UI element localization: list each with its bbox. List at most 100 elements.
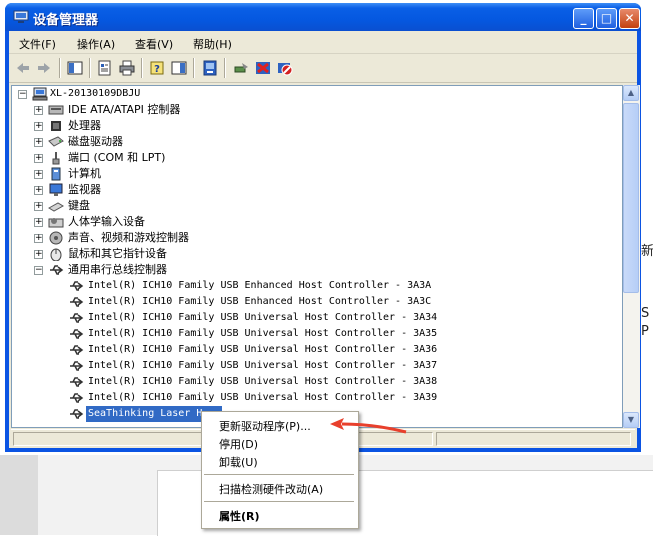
root-collapse-toggle[interactable]: −: [18, 90, 27, 99]
menu-bar: 文件(F) 操作(A) 查看(V) 帮助(H): [9, 31, 637, 54]
window-title: 设备管理器: [33, 13, 99, 28]
title-bar[interactable]: 设备管理器 _ □ ✕: [5, 3, 641, 31]
tree-device-usb-controller[interactable]: Intel(R) ICH10 Family USB Universal Host…: [88, 390, 437, 406]
help-icon[interactable]: ?: [149, 60, 165, 76]
expand-toggle[interactable]: +: [34, 170, 43, 179]
tree-category-sound[interactable]: 声音、视频和游戏控制器: [68, 230, 189, 246]
uninstall-icon[interactable]: [255, 60, 271, 76]
menu-disable[interactable]: 停用(D): [219, 436, 258, 452]
minimize-button[interactable]: _: [573, 8, 594, 29]
keyboard-icon: [48, 202, 64, 212]
svg-text:?: ?: [154, 64, 160, 75]
scrollbar-thumb[interactable]: [623, 103, 639, 293]
tree-category-hid[interactable]: 人体学输入设备: [68, 214, 145, 230]
usb-icon: [50, 265, 64, 275]
annotation-arrow-icon: [330, 418, 407, 434]
back-arrow-icon[interactable]: [15, 60, 31, 76]
scan-hardware-icon[interactable]: [233, 60, 249, 76]
scroll-up-arrow-icon[interactable]: ▲: [623, 85, 639, 101]
background-sidebar: [0, 455, 38, 535]
hid-icon: [48, 218, 64, 228]
tree-category-keyboards[interactable]: 键盘: [68, 198, 90, 214]
status-pane: [436, 432, 631, 446]
disable-icon[interactable]: [277, 60, 293, 76]
usb-icon: [70, 313, 84, 323]
monitor-icon: [49, 183, 63, 196]
toolbar-separator: [193, 58, 195, 78]
disk-drive-icon: [48, 136, 64, 147]
tree-device-usb-controller[interactable]: Intel(R) ICH10 Family USB Universal Host…: [88, 358, 437, 374]
tree-root-computer[interactable]: XL-20130109DBJU: [50, 86, 140, 102]
expand-toggle[interactable]: +: [34, 186, 43, 195]
tree-device-usb-controller[interactable]: Intel(R) ICH10 Family USB Enhanced Host …: [88, 278, 431, 294]
menu-separator: [204, 501, 354, 502]
expand-toggle[interactable]: +: [34, 138, 43, 147]
tree-device-usb-controller[interactable]: Intel(R) ICH10 Family USB Enhanced Host …: [88, 294, 431, 310]
menu-scan-hardware[interactable]: 扫描检测硬件改动(A): [219, 481, 323, 497]
window-client-area: 文件(F) 操作(A) 查看(V) 帮助(H) ? − XL-20130109D…: [9, 31, 640, 448]
expand-toggle[interactable]: +: [34, 250, 43, 259]
expand-toggle[interactable]: +: [34, 154, 43, 163]
tree-category-usb[interactable]: 通用串行总线控制器: [68, 262, 167, 278]
computer-icon: [51, 167, 61, 181]
toolbar-separator: [59, 58, 61, 78]
usb-icon: [70, 393, 84, 403]
print-icon[interactable]: [119, 60, 135, 76]
scroll-down-arrow-icon[interactable]: ▼: [623, 412, 639, 428]
close-button[interactable]: ✕: [619, 8, 640, 29]
device-tree[interactable]: − XL-20130109DBJU + IDE ATA/ATAPI 控制器 + …: [11, 85, 623, 428]
port-icon: [52, 152, 60, 165]
usb-icon: [70, 281, 84, 291]
menu-help[interactable]: 帮助(H): [193, 36, 232, 52]
forward-arrow-icon[interactable]: [36, 60, 52, 76]
tree-device-usb-controller[interactable]: Intel(R) ICH10 Family USB Universal Host…: [88, 374, 437, 390]
background-text-fragment: 新: [641, 244, 653, 259]
ide-controller-icon: [48, 105, 64, 115]
expand-toggle[interactable]: +: [34, 218, 43, 227]
tree-category-ports[interactable]: 端口 (COM 和 LPT): [68, 150, 165, 166]
usb-icon: [70, 409, 84, 419]
toolbar-separator: [89, 58, 91, 78]
update-driver-icon[interactable]: [202, 60, 218, 76]
show-hide-tree-icon[interactable]: [67, 60, 83, 76]
expand-toggle[interactable]: +: [34, 106, 43, 115]
tree-device-usb-controller[interactable]: Intel(R) ICH10 Family USB Universal Host…: [88, 326, 437, 342]
background-text-fragment: P: [641, 324, 649, 339]
toolbar-separator: [224, 58, 226, 78]
menu-properties[interactable]: 属性(R): [219, 508, 260, 524]
vertical-scrollbar[interactable]: ▲ ▼: [623, 85, 640, 428]
tree-category-processor[interactable]: 处理器: [68, 118, 101, 134]
sound-icon: [49, 231, 63, 245]
computer-icon: [13, 10, 29, 23]
tree-category-computer[interactable]: 计算机: [68, 166, 101, 182]
background-text-fragment: S: [641, 306, 650, 321]
tree-device-usb-controller[interactable]: Intel(R) ICH10 Family USB Universal Host…: [88, 310, 437, 326]
usb-icon: [70, 345, 84, 355]
tree-category-ide[interactable]: IDE ATA/ATAPI 控制器: [68, 102, 180, 118]
maximize-button[interactable]: □: [596, 8, 617, 29]
expand-toggle[interactable]: +: [34, 122, 43, 131]
menu-action[interactable]: 操作(A): [77, 36, 115, 52]
menu-update-driver[interactable]: 更新驱动程序(P)...: [219, 418, 311, 434]
show-hide-action-pane-icon[interactable]: [171, 60, 187, 76]
usb-icon: [70, 329, 84, 339]
tree-device-usb-controller[interactable]: Intel(R) ICH10 Family USB Universal Host…: [88, 342, 437, 358]
expand-toggle[interactable]: +: [34, 202, 43, 211]
computer-icon: [32, 87, 48, 101]
collapse-toggle[interactable]: −: [34, 266, 43, 275]
usb-icon: [70, 297, 84, 307]
tree-category-monitors[interactable]: 监视器: [68, 182, 101, 198]
menu-uninstall[interactable]: 卸载(U): [219, 454, 258, 470]
menu-view[interactable]: 查看(V): [135, 36, 173, 52]
device-manager-window: 设备管理器 _ □ ✕ 文件(F) 操作(A) 查看(V) 帮助(H) ? − …: [5, 3, 641, 452]
expand-toggle[interactable]: +: [34, 234, 43, 243]
processor-icon: [51, 121, 61, 131]
usb-icon: [70, 377, 84, 387]
tree-category-disk-drives[interactable]: 磁盘驱动器: [68, 134, 123, 150]
usb-icon: [70, 361, 84, 371]
tree-category-mouse[interactable]: 鼠标和其它指针设备: [68, 246, 167, 262]
properties-icon[interactable]: [97, 60, 113, 76]
menu-file[interactable]: 文件(F): [19, 36, 56, 52]
toolbar: ?: [9, 54, 637, 83]
mouse-icon: [50, 248, 62, 261]
